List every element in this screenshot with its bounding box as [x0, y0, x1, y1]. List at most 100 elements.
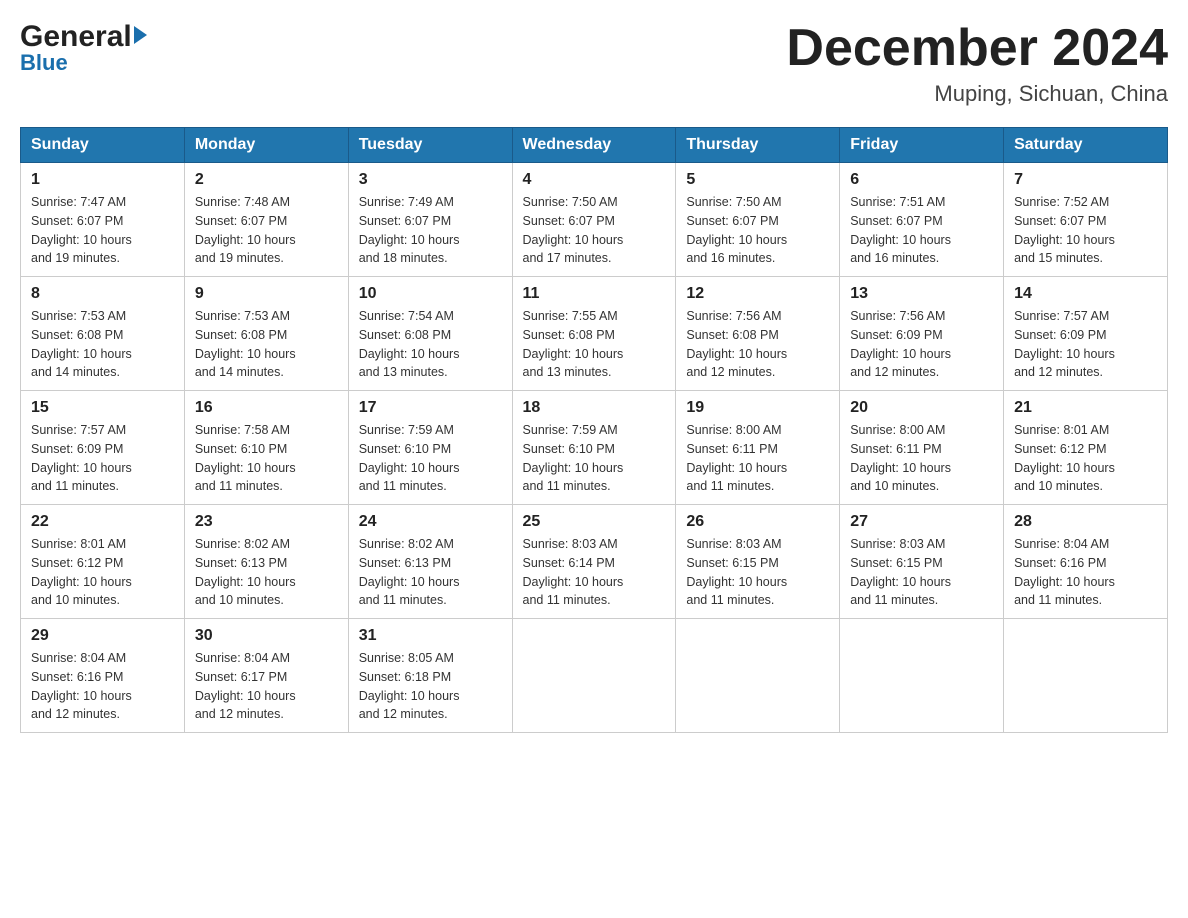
- calendar-cell: 21 Sunrise: 8:01 AMSunset: 6:12 PMDayligh…: [1004, 391, 1168, 505]
- day-header-monday: Monday: [184, 128, 348, 163]
- day-number: 8: [31, 285, 174, 303]
- day-info: Sunrise: 7:54 AMSunset: 6:08 PMDaylight:…: [359, 307, 502, 382]
- day-info: Sunrise: 7:50 AMSunset: 6:07 PMDaylight:…: [686, 193, 829, 268]
- calendar-week-row: 1 Sunrise: 7:47 AMSunset: 6:07 PMDaylight…: [21, 163, 1168, 277]
- calendar-cell: 4Sunrise: 7:50 AMSunset: 6:07 PMDaylight…: [512, 163, 676, 277]
- day-number: 21: [1014, 399, 1157, 417]
- calendar-cell: 25Sunrise: 8:03 AMSunset: 6:14 PMDayligh…: [512, 505, 676, 619]
- day-info: Sunrise: 7:53 AMSunset: 6:08 PMDaylight:…: [31, 307, 174, 382]
- calendar-cell: 17Sunrise: 7:59 AMSunset: 6:10 PMDayligh…: [348, 391, 512, 505]
- calendar-cell: 20 Sunrise: 8:00 AMSunset: 6:11 PMDayligh…: [840, 391, 1004, 505]
- day-number: 28: [1014, 513, 1157, 531]
- day-number: 7: [1014, 171, 1157, 189]
- day-number: 3: [359, 171, 502, 189]
- day-header-wednesday: Wednesday: [512, 128, 676, 163]
- calendar-cell: 11 Sunrise: 7:55 AMSunset: 6:08 PMDayligh…: [512, 277, 676, 391]
- day-info: Sunrise: 8:04 AMSunset: 6:17 PMDaylight:…: [195, 649, 338, 724]
- day-info: Sunrise: 7:59 AMSunset: 6:10 PMDaylight:…: [359, 421, 502, 496]
- day-number: 22: [31, 513, 174, 531]
- calendar-cell: 27 Sunrise: 8:03 AMSunset: 6:15 PMDayligh…: [840, 505, 1004, 619]
- day-info: Sunrise: 7:47 AMSunset: 6:07 PMDaylight:…: [31, 193, 174, 268]
- day-info: Sunrise: 7:48 AMSunset: 6:07 PMDaylight:…: [195, 193, 338, 268]
- day-number: 23: [195, 513, 338, 531]
- day-number: 5: [686, 171, 829, 189]
- logo: General Blue: [20, 20, 147, 76]
- calendar-cell: 5 Sunrise: 7:50 AMSunset: 6:07 PMDaylight…: [676, 163, 840, 277]
- calendar-cell: 31 Sunrise: 8:05 AMSunset: 6:18 PMDayligh…: [348, 619, 512, 733]
- day-info: Sunrise: 8:03 AMSunset: 6:15 PMDaylight:…: [686, 535, 829, 610]
- day-info: Sunrise: 8:00 AMSunset: 6:11 PMDaylight:…: [686, 421, 829, 496]
- day-info: Sunrise: 7:49 AMSunset: 6:07 PMDaylight:…: [359, 193, 502, 268]
- location-title: Muping, Sichuan, China: [786, 81, 1168, 107]
- day-number: 26: [686, 513, 829, 531]
- day-number: 24: [359, 513, 502, 531]
- calendar-cell: 1 Sunrise: 7:47 AMSunset: 6:07 PMDaylight…: [21, 163, 185, 277]
- day-info: Sunrise: 8:00 AMSunset: 6:11 PMDaylight:…: [850, 421, 993, 496]
- calendar-header-row: SundayMondayTuesdayWednesdayThursdayFrid…: [21, 128, 1168, 163]
- calendar-cell: [512, 619, 676, 733]
- day-info: Sunrise: 7:56 AMSunset: 6:09 PMDaylight:…: [850, 307, 993, 382]
- calendar-cell: 16 Sunrise: 7:58 AMSunset: 6:10 PMDayligh…: [184, 391, 348, 505]
- day-info: Sunrise: 8:03 AMSunset: 6:15 PMDaylight:…: [850, 535, 993, 610]
- calendar-week-row: 15 Sunrise: 7:57 AMSunset: 6:09 PMDayligh…: [21, 391, 1168, 505]
- day-number: 16: [195, 399, 338, 417]
- page-header: General Blue December 2024 Muping, Sichu…: [20, 20, 1168, 107]
- day-info: Sunrise: 8:05 AMSunset: 6:18 PMDaylight:…: [359, 649, 502, 724]
- calendar-cell: 30 Sunrise: 8:04 AMSunset: 6:17 PMDayligh…: [184, 619, 348, 733]
- day-number: 1: [31, 171, 174, 189]
- day-number: 18: [523, 399, 666, 417]
- day-info: Sunrise: 7:57 AMSunset: 6:09 PMDaylight:…: [1014, 307, 1157, 382]
- day-info: Sunrise: 7:55 AMSunset: 6:08 PMDaylight:…: [523, 307, 666, 382]
- day-header-sunday: Sunday: [21, 128, 185, 163]
- day-number: 14: [1014, 285, 1157, 303]
- calendar-cell: [676, 619, 840, 733]
- calendar-cell: 8 Sunrise: 7:53 AMSunset: 6:08 PMDaylight…: [21, 277, 185, 391]
- calendar-cell: 28Sunrise: 8:04 AMSunset: 6:16 PMDayligh…: [1004, 505, 1168, 619]
- calendar-cell: 6Sunrise: 7:51 AMSunset: 6:07 PMDaylight…: [840, 163, 1004, 277]
- day-number: 11: [523, 285, 666, 303]
- calendar-cell: 14 Sunrise: 7:57 AMSunset: 6:09 PMDayligh…: [1004, 277, 1168, 391]
- day-info: Sunrise: 8:03 AMSunset: 6:14 PMDaylight:…: [523, 535, 666, 610]
- day-info: Sunrise: 7:53 AMSunset: 6:08 PMDaylight:…: [195, 307, 338, 382]
- day-number: 31: [359, 627, 502, 645]
- calendar-cell: 19 Sunrise: 8:00 AMSunset: 6:11 PMDayligh…: [676, 391, 840, 505]
- calendar-cell: 18 Sunrise: 7:59 AMSunset: 6:10 PMDayligh…: [512, 391, 676, 505]
- day-info: Sunrise: 7:59 AMSunset: 6:10 PMDaylight:…: [523, 421, 666, 496]
- day-number: 19: [686, 399, 829, 417]
- day-number: 2: [195, 171, 338, 189]
- day-number: 15: [31, 399, 174, 417]
- calendar-week-row: 8 Sunrise: 7:53 AMSunset: 6:08 PMDaylight…: [21, 277, 1168, 391]
- day-number: 29: [31, 627, 174, 645]
- calendar-cell: 3 Sunrise: 7:49 AMSunset: 6:07 PMDaylight…: [348, 163, 512, 277]
- day-number: 12: [686, 285, 829, 303]
- day-info: Sunrise: 7:52 AMSunset: 6:07 PMDaylight:…: [1014, 193, 1157, 268]
- day-info: Sunrise: 8:04 AMSunset: 6:16 PMDaylight:…: [31, 649, 174, 724]
- calendar-cell: 15 Sunrise: 7:57 AMSunset: 6:09 PMDayligh…: [21, 391, 185, 505]
- calendar-cell: [840, 619, 1004, 733]
- day-info: Sunrise: 8:01 AMSunset: 6:12 PMDaylight:…: [1014, 421, 1157, 496]
- day-info: Sunrise: 7:50 AMSunset: 6:07 PMDaylight:…: [523, 193, 666, 268]
- day-info: Sunrise: 7:56 AMSunset: 6:08 PMDaylight:…: [686, 307, 829, 382]
- day-number: 10: [359, 285, 502, 303]
- calendar-cell: 24 Sunrise: 8:02 AMSunset: 6:13 PMDayligh…: [348, 505, 512, 619]
- calendar-table: SundayMondayTuesdayWednesdayThursdayFrid…: [20, 127, 1168, 733]
- day-header-saturday: Saturday: [1004, 128, 1168, 163]
- calendar-week-row: 29 Sunrise: 8:04 AMSunset: 6:16 PMDayligh…: [21, 619, 1168, 733]
- day-number: 30: [195, 627, 338, 645]
- day-info: Sunrise: 8:02 AMSunset: 6:13 PMDaylight:…: [359, 535, 502, 610]
- day-number: 13: [850, 285, 993, 303]
- title-section: December 2024 Muping, Sichuan, China: [786, 20, 1168, 107]
- day-header-tuesday: Tuesday: [348, 128, 512, 163]
- day-number: 20: [850, 399, 993, 417]
- calendar-cell: 10 Sunrise: 7:54 AMSunset: 6:08 PMDayligh…: [348, 277, 512, 391]
- day-info: Sunrise: 7:58 AMSunset: 6:10 PMDaylight:…: [195, 421, 338, 496]
- day-info: Sunrise: 8:02 AMSunset: 6:13 PMDaylight:…: [195, 535, 338, 610]
- day-number: 27: [850, 513, 993, 531]
- calendar-cell: 13 Sunrise: 7:56 AMSunset: 6:09 PMDayligh…: [840, 277, 1004, 391]
- day-info: Sunrise: 7:51 AMSunset: 6:07 PMDaylight:…: [850, 193, 993, 268]
- calendar-cell: 12 Sunrise: 7:56 AMSunset: 6:08 PMDayligh…: [676, 277, 840, 391]
- day-info: Sunrise: 7:57 AMSunset: 6:09 PMDaylight:…: [31, 421, 174, 496]
- calendar-cell: 23 Sunrise: 8:02 AMSunset: 6:13 PMDayligh…: [184, 505, 348, 619]
- calendar-cell: 2 Sunrise: 7:48 AMSunset: 6:07 PMDaylight…: [184, 163, 348, 277]
- day-info: Sunrise: 8:01 AMSunset: 6:12 PMDaylight:…: [31, 535, 174, 610]
